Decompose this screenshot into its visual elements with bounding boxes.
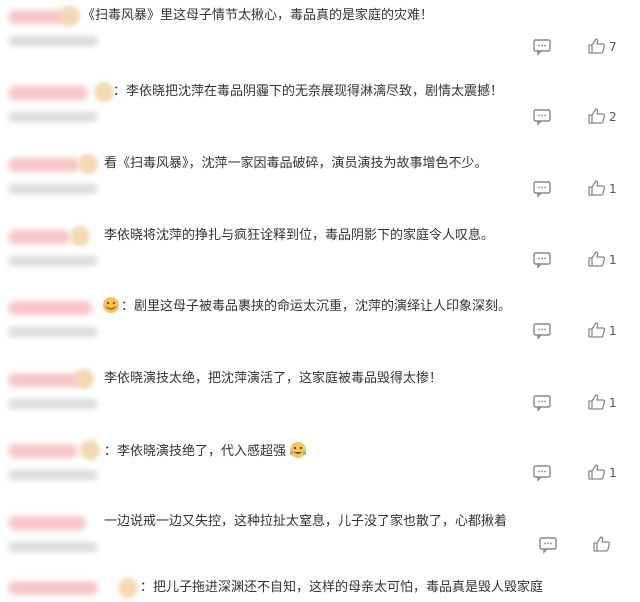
comment-item: 看《扫毒风暴》，沈萍一家因毒品破碎，演员演技为故事增色不少。 1	[0, 148, 640, 220]
comment-text: ：剧里这母子被毒品裹挟的命运太沉重，沈萍的演绎让人印象深刻。	[121, 299, 512, 314]
like-count: 1	[609, 466, 617, 480]
comment-bubble-icon[interactable]	[532, 322, 552, 340]
like-count: 1	[609, 253, 617, 267]
user-badge-icon	[118, 578, 138, 598]
user-name-blurred[interactable]	[8, 230, 70, 244]
comment-text: ：李依晓把沈萍在毒品阴霾下的无奈展现得淋漓尽致，剧情太震撼！	[113, 84, 504, 99]
comment-text: ：李依晓演技绝了，代入感超强	[104, 441, 307, 461]
user-badge-icon	[70, 226, 90, 246]
thumbs-up-icon[interactable]	[587, 250, 607, 268]
user-badge-icon	[74, 369, 94, 389]
comment-item: 《扫毒风暴》里这母子情节太揪心，毒品真的是家庭的灾难！ 7	[0, 0, 640, 72]
like-count: 1	[609, 324, 617, 338]
comment-bubble-icon[interactable]	[532, 394, 552, 412]
comment-text: ：把儿子拖进深渊还不自知，这样的母亲太可怕，毒品真是毁人毁家庭	[140, 580, 544, 595]
comment-bubble-icon[interactable]	[532, 180, 552, 198]
comment-item: ：把儿子拖进深渊还不自知，这样的母亲太可怕，毒品真是毁人毁家庭	[0, 575, 640, 602]
smiley-emoji-icon	[290, 442, 307, 458]
comment-meta-blurred	[8, 184, 98, 194]
comment-text: 李依晓将沈萍的挣扎与疯狂诠释到位，毒品阴影下的家庭令人叹息。	[104, 228, 495, 243]
comment-bubble-icon[interactable]	[532, 38, 552, 56]
user-badge-icon	[78, 154, 98, 174]
user-badge-icon	[80, 440, 100, 460]
comment-item: 一边说戒一边又失控，这种拉扯太窒息，儿子没了家也散了，心都揪着	[0, 506, 640, 578]
comment-text: 看《扫毒风暴》，沈萍一家因毒品破碎，演员演技为故事增色不少。	[104, 156, 488, 171]
user-name-blurred[interactable]	[8, 86, 88, 100]
comment-bubble-icon[interactable]	[538, 536, 558, 554]
like-count: 2	[609, 110, 617, 124]
comment-meta-blurred	[8, 470, 98, 480]
thumbs-up-icon[interactable]	[592, 535, 612, 553]
comment-item: ：李依晓演技绝了，代入感超强 1	[0, 434, 640, 506]
comment-text: 一边说戒一边又失控，这种拉扯太窒息，儿子没了家也散了，心都揪着	[104, 514, 508, 529]
comment-meta-blurred	[8, 542, 98, 552]
comment-text-content: ：李依晓演技绝了，代入感超强	[104, 444, 287, 459]
user-name-blurred[interactable]	[8, 516, 86, 530]
comment-item: ：剧里这母子被毒品裹挟的命运太沉重，沈萍的演绎让人印象深刻。 1	[0, 291, 640, 363]
comment-bubble-icon[interactable]	[532, 108, 552, 126]
thumbs-up-icon[interactable]	[587, 179, 607, 197]
user-badge-icon	[94, 82, 114, 102]
like-count: 7	[609, 40, 617, 54]
comment-text: 李依晓演技太绝，把沈萍演活了，这家庭被毒品毁得太惨！	[104, 371, 443, 386]
thumbs-up-icon[interactable]	[587, 393, 607, 411]
comment-item: 李依晓将沈萍的挣扎与疯狂诠释到位，毒品阴影下的家庭令人叹息。 1	[0, 220, 640, 292]
like-count: 1	[609, 182, 617, 196]
user-badge-icon	[60, 6, 80, 26]
comment-meta-blurred	[8, 327, 98, 337]
comment-item: ：李依晓把沈萍在毒品阴霾下的无奈展现得淋漓尽致，剧情太震撼！ 2	[0, 76, 640, 148]
comment-meta-blurred	[8, 399, 98, 409]
comment-item: 李依晓演技太绝，把沈萍演活了，这家庭被毒品毁得太惨！ 1	[0, 363, 640, 435]
user-name-blurred[interactable]	[8, 373, 82, 387]
thumbs-up-icon[interactable]	[587, 107, 607, 125]
smiley-emoji-icon	[103, 297, 119, 313]
like-count: 1	[609, 396, 617, 410]
comment-text: 《扫毒风暴》里这母子情节太揪心，毒品真的是家庭的灾难！	[82, 8, 434, 23]
comment-feed: 《扫毒风暴》里这母子情节太揪心，毒品真的是家庭的灾难！ 7 ：李依晓把沈萍在毒品…	[0, 0, 640, 602]
thumbs-up-icon[interactable]	[587, 37, 607, 55]
user-name-blurred[interactable]	[8, 301, 92, 315]
thumbs-up-icon[interactable]	[587, 463, 607, 481]
comment-meta-blurred	[8, 36, 98, 46]
comment-bubble-icon[interactable]	[532, 464, 552, 482]
user-name-blurred[interactable]	[8, 581, 98, 595]
comment-bubble-icon[interactable]	[532, 251, 552, 269]
user-name-blurred[interactable]	[8, 444, 78, 458]
comment-meta-blurred	[8, 112, 98, 122]
thumbs-up-icon[interactable]	[587, 321, 607, 339]
comment-meta-blurred	[8, 256, 98, 266]
user-name-blurred[interactable]	[8, 158, 80, 172]
